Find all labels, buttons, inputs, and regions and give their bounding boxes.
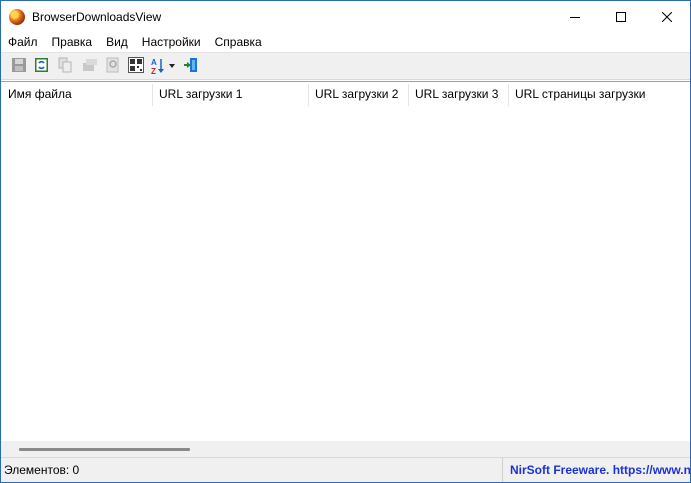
minimize-icon <box>570 16 580 18</box>
maximize-button[interactable] <box>598 1 644 32</box>
minimize-button[interactable] <box>552 1 598 32</box>
status-bar: Элементов: 0 NirSoft Freeware. https://w… <box>1 457 690 482</box>
menu-bar: Файл Правка Вид Настройки Справка <box>1 32 690 52</box>
exit-button[interactable] <box>183 57 201 75</box>
sort-button[interactable]: A Z <box>151 57 177 76</box>
app-window: BrowserDownloadsView Файл Правка Вид Нас… <box>0 0 691 483</box>
column-header-filename[interactable]: Имя файла <box>1 82 152 107</box>
exit-icon <box>184 58 197 72</box>
items-count: Элементов: 0 <box>1 458 503 482</box>
properties-button[interactable] <box>82 57 100 75</box>
menu-view[interactable]: Вид <box>99 32 135 52</box>
column-header-url3[interactable]: URL загрузки 3 <box>408 82 508 107</box>
menu-help[interactable]: Справка <box>208 32 269 52</box>
column-header-url1[interactable]: URL загрузки 1 <box>152 82 308 107</box>
nirsoft-link[interactable]: NirSoft Freeware. https://www.nirsoft.ne… <box>505 458 690 482</box>
toolbar: A Z <box>1 52 690 80</box>
html-report-button[interactable] <box>128 57 146 75</box>
sort-az-icon: A Z <box>151 58 175 76</box>
app-logo-icon <box>9 8 25 25</box>
downloads-list[interactable]: Имя файла URL загрузки 1 URL загрузки 2 … <box>1 81 690 457</box>
svg-text:A: A <box>151 58 157 67</box>
close-button[interactable] <box>644 1 690 32</box>
horizontal-scrollbar[interactable] <box>1 441 690 457</box>
list-header: Имя файла URL загрузки 1 URL загрузки 2 … <box>1 82 690 107</box>
save-button[interactable] <box>11 57 29 75</box>
find-icon <box>106 57 119 73</box>
column-header-page-url[interactable]: URL страницы загрузки <box>508 82 690 107</box>
refresh-button[interactable] <box>34 57 52 75</box>
menu-file[interactable]: Файл <box>1 32 45 52</box>
close-icon <box>662 11 672 22</box>
maximize-icon <box>616 11 626 22</box>
save-icon <box>12 58 26 72</box>
title-bar[interactable]: BrowserDownloadsView <box>1 1 690 32</box>
html-report-icon <box>128 57 144 73</box>
copy-icon <box>58 57 72 73</box>
refresh-icon <box>35 58 48 72</box>
properties-icon <box>83 59 97 71</box>
svg-text:Z: Z <box>151 67 156 75</box>
find-button[interactable] <box>105 57 123 75</box>
menu-edit[interactable]: Правка <box>45 32 100 52</box>
column-header-url2[interactable]: URL загрузки 2 <box>308 82 408 107</box>
menu-options[interactable]: Настройки <box>135 32 208 52</box>
scrollbar-thumb[interactable] <box>19 448 190 451</box>
copy-button[interactable] <box>57 57 75 75</box>
window-title: BrowserDownloadsView <box>32 9 162 24</box>
